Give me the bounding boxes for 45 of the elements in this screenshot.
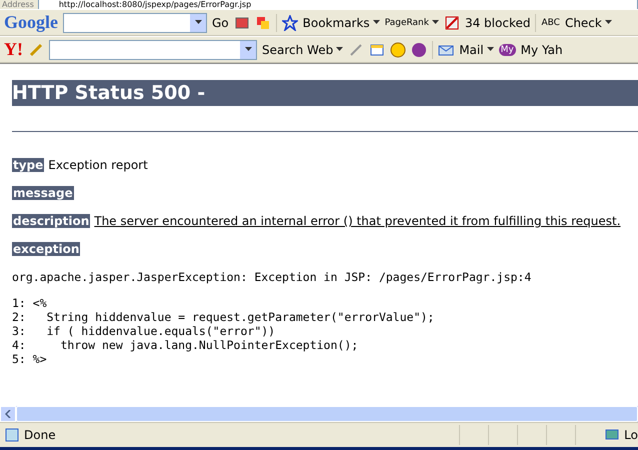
code-line: 2: String hiddenvalue = request.getParameter("errorValue");: [12, 310, 436, 324]
google-search-field[interactable]: [63, 12, 207, 32]
address-label: Address: [2, 0, 34, 9]
address-field[interactable]: http://localhost:8080/jspexp/pages/ErrorPagr.jsp: [38, 0, 638, 9]
code-line: 1: <%: [12, 296, 48, 310]
blocked-button[interactable]: 34 blocked: [464, 16, 530, 30]
section-text: The server encountered an internal error () that prevented it from fulfilling this request.: [94, 214, 621, 228]
pagerank-button[interactable]: PageRank: [384, 18, 439, 28]
caret-icon[interactable]: [486, 47, 494, 52]
google-logo[interactable]: Google: [4, 12, 58, 33]
page-heading: HTTP Status 500 -: [12, 80, 638, 106]
section-label: message: [12, 186, 74, 200]
code-line: 3: if ( hiddenvalue.equals("error")): [12, 324, 276, 338]
my-yahoo-badge: My: [498, 44, 516, 56]
check-button[interactable]: Check: [564, 16, 612, 30]
caret-icon[interactable]: [194, 20, 202, 25]
caret-icon[interactable]: [244, 47, 252, 52]
mail-button[interactable]: Mail: [459, 42, 494, 56]
yahoo-search-field[interactable]: [49, 40, 257, 60]
go-button[interactable]: Go: [212, 16, 229, 30]
bookmarks-button[interactable]: Bookmarks: [302, 16, 380, 30]
code-line: 5: %>: [12, 352, 48, 366]
section-label: description: [12, 214, 90, 228]
zone-text: Lo: [624, 428, 638, 442]
calendar-icon[interactable]: [369, 42, 386, 58]
star-icon[interactable]: [282, 14, 298, 30]
popup-blocker-icon[interactable]: [444, 14, 460, 30]
scrollbar-thumb[interactable]: [16, 406, 638, 422]
my-yahoo-button[interactable]: My Yah: [520, 42, 563, 56]
spellcheck-label: ABC: [541, 18, 560, 28]
caret-icon[interactable]: [336, 47, 344, 52]
blocks-icon[interactable]: [254, 14, 271, 30]
scroll-left-button[interactable]: [0, 406, 16, 422]
caret-icon[interactable]: [604, 20, 612, 25]
chevron-left-icon[interactable]: [5, 410, 11, 418]
caret-icon[interactable]: [372, 20, 380, 25]
search-web-button[interactable]: Search Web: [262, 42, 344, 56]
section-text: Exception report: [48, 158, 148, 172]
section-label: exception: [12, 242, 80, 256]
yahoo-logo[interactable]: Y!: [4, 39, 23, 60]
status-text: Done: [24, 428, 57, 442]
code-line: 4: throw new java.lang.NullPointerException();: [12, 338, 360, 352]
section-label: type: [12, 158, 44, 172]
exception-line: org.apache.jasper.JasperException: Exception in JSP: /pages/ErrorPagr.jsp:4: [12, 270, 532, 284]
caret-icon[interactable]: [432, 20, 439, 25]
